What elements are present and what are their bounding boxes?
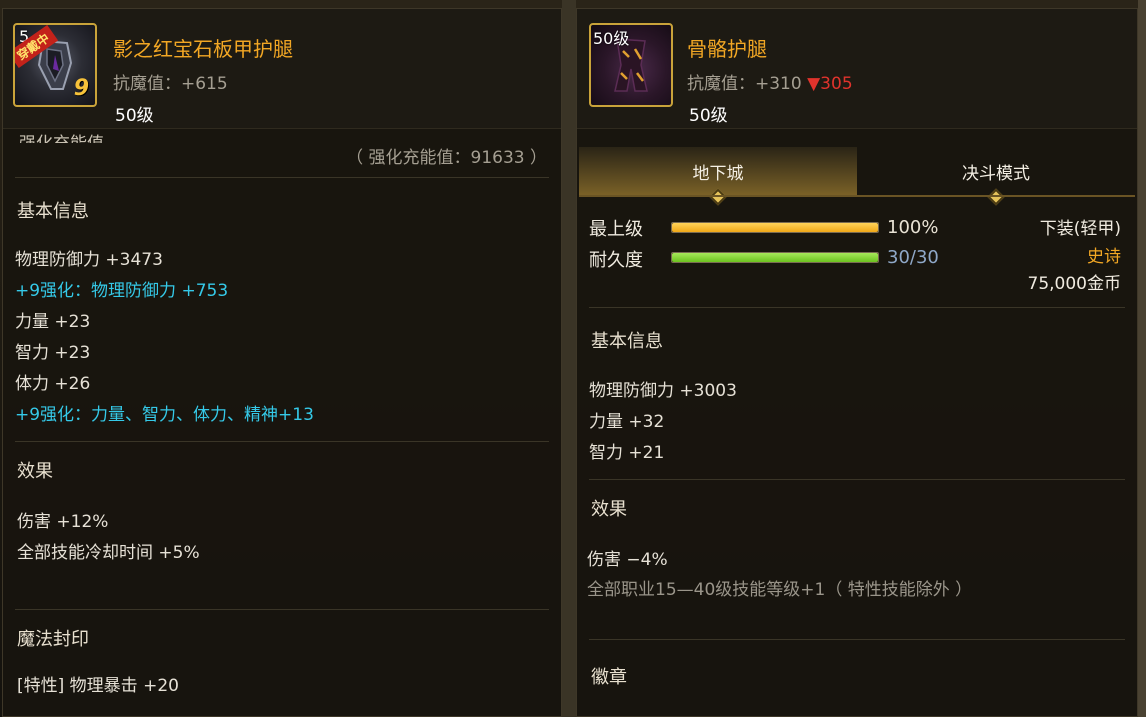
stat-line: 智力 +23 xyxy=(15,343,91,363)
item-rarity: 史诗 xyxy=(1087,247,1121,267)
mode-tabs: 地下城 决斗模式 xyxy=(579,147,1135,206)
grade-value: 100% xyxy=(887,217,939,238)
compare-item-tooltip: 50级 骨骼护腿 抗魔值：+310 ▼305 50级 地下城 决斗模式 最上级 … xyxy=(576,8,1138,717)
effect-line: 全部职业15—40级技能等级+1（ 特性技能除外 ） xyxy=(587,580,973,600)
divider xyxy=(15,441,549,442)
stat-line: 体力 +26 xyxy=(15,374,91,394)
divider xyxy=(589,479,1125,480)
grade-bar xyxy=(671,222,879,233)
scroll-edge xyxy=(1138,0,1146,717)
diamond-icon xyxy=(709,188,727,206)
magic-resist: 抗魔值：+310 ▼305 xyxy=(687,69,853,94)
seal-line: [特性] 物理暴击 +20 xyxy=(17,676,179,696)
charge-value: （ 强化充能值：91633 ） xyxy=(346,148,547,168)
durability-label: 耐久度 xyxy=(589,250,643,271)
magic-resist: 抗魔值：+615 xyxy=(113,74,228,94)
tab-label: 决斗模式 xyxy=(962,163,1030,184)
item-name: 骨骼护腿 xyxy=(687,37,767,61)
panel-gap xyxy=(562,0,576,717)
divider xyxy=(15,609,549,610)
section-title-seal: 魔法封印 xyxy=(17,629,89,650)
tab-pvp[interactable]: 决斗模式 xyxy=(857,147,1135,206)
tooltip-header: 50级 骨骼护腿 抗魔值：+310 ▼305 50级 xyxy=(577,9,1137,129)
durability-bar xyxy=(671,252,879,263)
effect-line: 伤害 −4% xyxy=(587,550,668,570)
divider xyxy=(15,177,549,178)
stat-line: 智力 +21 xyxy=(589,443,665,463)
durability-value: 30/30 xyxy=(887,247,939,268)
divider xyxy=(589,639,1125,640)
item-price: 75,000金币 xyxy=(1027,274,1121,294)
enhance-level-badge: 9 xyxy=(73,76,89,101)
equipped-item-tooltip: 5 穿戴中 9 影之红宝石板甲护腿 抗魔值：+615 50级 强化充能值 （ 强… xyxy=(2,8,562,717)
effect-line: 伤害 +12% xyxy=(17,512,109,532)
effect-line: 全部技能冷却时间 +5% xyxy=(17,543,200,563)
section-title-basic: 基本信息 xyxy=(591,331,663,352)
charge-label: 强化充能值 xyxy=(19,129,104,143)
section-title-emblem: 徽章 xyxy=(591,667,627,688)
item-type: 下装(轻甲) xyxy=(1039,219,1121,239)
item-icon: 50级 xyxy=(589,23,673,107)
item-icon: 5 穿戴中 9 xyxy=(13,23,97,107)
section-title-basic: 基本信息 xyxy=(17,201,89,222)
stat-line: 力量 +32 xyxy=(589,412,665,432)
stat-line: 力量 +23 xyxy=(15,312,91,332)
stat-line-enhance: +9强化：物理防御力 +753 xyxy=(15,281,229,301)
diamond-icon xyxy=(987,188,1005,206)
tab-underline xyxy=(579,195,1135,197)
stat-line: 物理防御力 +3473 xyxy=(15,250,163,270)
stat-line: 物理防御力 +3003 xyxy=(589,381,737,401)
tooltip-header: 5 穿戴中 9 影之红宝石板甲护腿 抗魔值：+615 50级 xyxy=(3,9,561,129)
grade-bar-fill xyxy=(672,223,878,232)
tab-label: 地下城 xyxy=(692,163,744,184)
item-level: 50级 xyxy=(115,106,154,126)
durability-bar-fill xyxy=(672,253,878,262)
item-level: 50级 xyxy=(689,106,728,126)
tab-dungeon[interactable]: 地下城 xyxy=(579,147,857,206)
divider xyxy=(589,307,1125,308)
section-title-effect: 效果 xyxy=(591,499,627,520)
section-title-effect: 效果 xyxy=(17,461,53,482)
stat-line-enhance: +9强化：力量、智力、体力、精神+13 xyxy=(15,405,314,425)
grade-label: 最上级 xyxy=(589,219,643,240)
resist-diff: ▼305 xyxy=(807,74,853,94)
magic-resist-value: 抗魔值：+310 xyxy=(687,74,808,94)
item-level-tag: 50级 xyxy=(593,29,630,48)
item-name: 影之红宝石板甲护腿 xyxy=(113,37,293,61)
